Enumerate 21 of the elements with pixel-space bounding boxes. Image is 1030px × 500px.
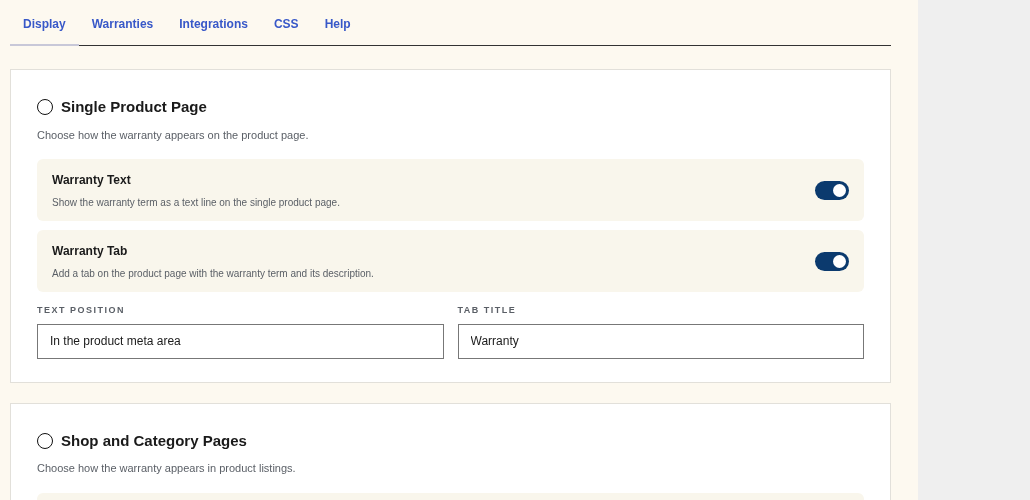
setting-title: Warranty Text bbox=[52, 171, 132, 189]
section-title: Shop and Category Pages bbox=[61, 430, 247, 451]
setting-title: Warranty Tab bbox=[52, 242, 129, 260]
section-description: Choose how the warranty appears on the product page. bbox=[37, 127, 310, 143]
radio-button[interactable] bbox=[37, 99, 53, 116]
field-label: TEXT POSITION bbox=[37, 304, 126, 317]
tab[interactable]: Display bbox=[10, 7, 79, 46]
setting-description: Show the warranty term as a text line on the single product page. bbox=[52, 195, 340, 210]
tab[interactable]: Help bbox=[311, 7, 364, 46]
text-field[interactable]: Warranty bbox=[457, 323, 864, 359]
radio-button[interactable] bbox=[37, 432, 53, 449]
setting-description: Add a tab on the product page with the warranty term and its description. bbox=[52, 266, 374, 281]
tab[interactable]: CSS bbox=[260, 7, 312, 46]
toggle-switch[interactable] bbox=[815, 251, 849, 271]
toggle-switch[interactable] bbox=[815, 180, 849, 200]
field-label: TAB TITLE bbox=[457, 304, 518, 317]
text-field[interactable]: In the product meta area bbox=[37, 323, 444, 359]
tab[interactable]: Integrations bbox=[166, 7, 261, 46]
section-title: Single Product Page bbox=[61, 97, 207, 117]
tab[interactable]: Warranties bbox=[78, 7, 167, 46]
section-description: Choose how the warranty appears in product listings. bbox=[37, 461, 297, 476]
